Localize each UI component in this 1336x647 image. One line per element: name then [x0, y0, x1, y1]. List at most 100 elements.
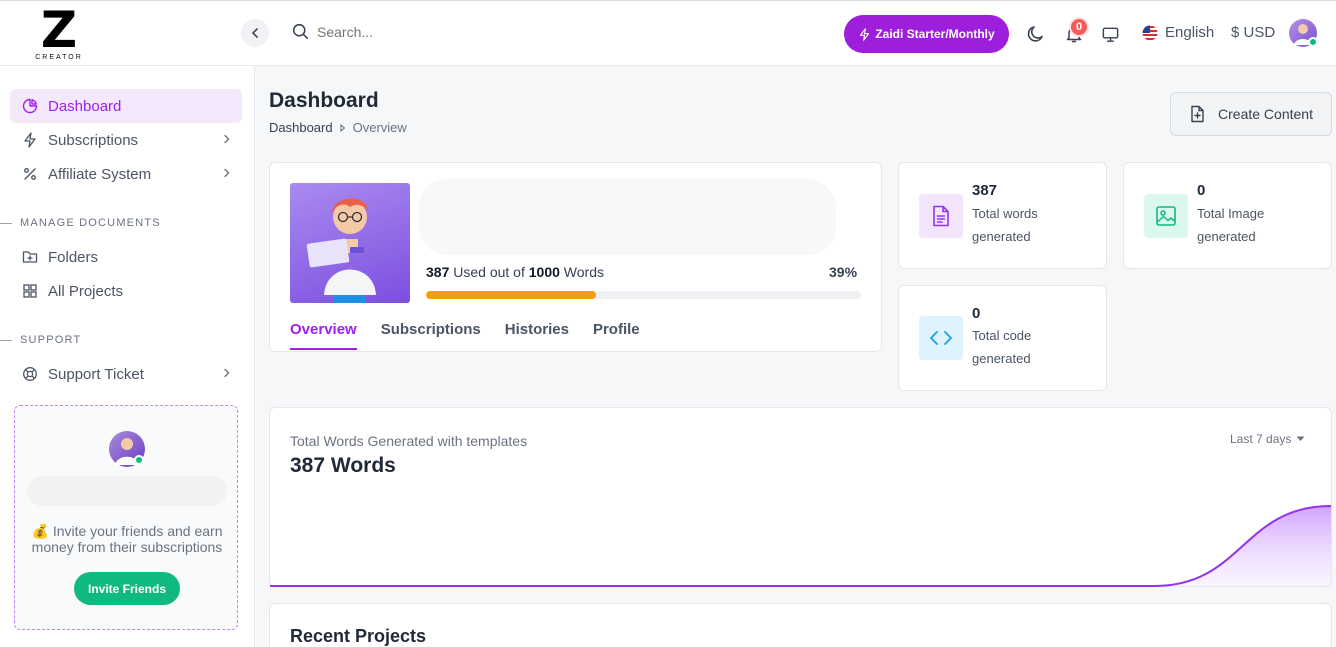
code-icon — [919, 316, 963, 360]
language-selector[interactable]: English — [1142, 24, 1214, 41]
invite-card: 💰 Invite your friends and earn money fro… — [14, 405, 238, 630]
words-total: 1000 — [528, 264, 560, 280]
caret-down-icon — [1296, 436, 1305, 441]
lifebuoy-icon — [22, 366, 38, 382]
image-icon — [1144, 194, 1188, 238]
sidebar-item-dashboard[interactable]: Dashboard — [10, 89, 242, 123]
stat-label: Total code generated — [972, 328, 1032, 366]
invite-placeholder-bar — [27, 476, 227, 506]
plan-button[interactable]: Zaidi Starter/Monthly — [844, 15, 1009, 53]
currency-selector[interactable]: $ USD — [1231, 24, 1275, 41]
chevron-right-icon — [224, 168, 230, 178]
tab-histories[interactable]: Histories — [505, 321, 569, 350]
display-button[interactable] — [1098, 22, 1122, 46]
recent-projects-card: Recent Projects — [269, 603, 1332, 647]
profile-tabs: Overview Subscriptions Histories Profile — [290, 321, 640, 350]
chart-title: 387 Words — [290, 454, 396, 477]
profile-illustration — [290, 183, 410, 303]
sidebar-collapse-button[interactable] — [241, 19, 269, 47]
folder-plus-icon — [22, 249, 38, 265]
recent-projects-title: Recent Projects — [290, 626, 427, 646]
sidebar-item-all-projects[interactable]: All Projects — [10, 274, 242, 308]
app-logo[interactable]: Z CREATOR — [34, 5, 84, 63]
words-used-text: Used out of — [453, 264, 525, 280]
invite-text: 💰 Invite your friends and earn money fro… — [31, 523, 223, 555]
invite-avatar — [109, 431, 145, 467]
chevron-right-icon — [224, 368, 230, 378]
sidebar-item-label: Subscriptions — [48, 131, 139, 149]
chart-subtitle: Total Words Generated with templates — [290, 433, 528, 449]
words-used: 387 — [426, 264, 450, 280]
words-chart-card: Total Words Generated with templates 387… — [269, 407, 1332, 587]
word-usage-text: 387 Used out of 1000 Words — [426, 264, 604, 280]
sidebar-item-folders[interactable]: Folders — [10, 240, 242, 274]
tab-profile[interactable]: Profile — [593, 321, 640, 350]
sidebar-item-support-ticket[interactable]: Support Ticket — [10, 357, 242, 391]
grid-icon — [22, 283, 38, 299]
online-status-dot — [134, 455, 144, 465]
words-unit: Words — [563, 264, 604, 280]
chart-series-line — [270, 505, 1331, 587]
sidebar-item-affiliate[interactable]: Affiliate System — [10, 157, 242, 191]
stat-label: Total Image generated — [1197, 206, 1265, 244]
search-icon — [292, 23, 309, 40]
chevron-right-icon — [224, 134, 230, 144]
word-usage-progress-fill — [426, 291, 596, 299]
sidebar: Dashboard Subscriptions Affiliate System… — [0, 66, 255, 647]
stat-value: 0 — [972, 305, 981, 322]
usage-percent: 39% — [829, 264, 858, 280]
top-header: Z CREATOR Zaidi Starter/Monthly 0 Englis… — [0, 0, 1336, 66]
page-title: Dashboard — [269, 89, 379, 112]
invite-friends-button[interactable]: Invite Friends — [74, 572, 180, 605]
logo-letter: Z — [40, 1, 78, 59]
search-input[interactable] — [317, 23, 517, 40]
breadcrumb-item-overview: Overview — [352, 120, 407, 135]
language-label: English — [1165, 24, 1215, 41]
stat-card-words: 387 Total words generated — [898, 162, 1107, 269]
breadcrumb-item-dashboard[interactable]: Dashboard — [269, 120, 333, 135]
profile-character-image — [306, 198, 376, 303]
chevron-right-icon — [340, 123, 345, 132]
stat-card-images: 0 Total Image generated — [1123, 162, 1332, 269]
file-plus-icon — [1191, 105, 1204, 123]
chart-range-label: Last 7 days — [1230, 432, 1292, 446]
bolt-icon — [860, 27, 870, 41]
sidebar-item-label: Folders — [48, 248, 99, 266]
sidebar-item-label: Dashboard — [48, 97, 122, 115]
notification-badge: 0 — [1069, 17, 1089, 37]
stat-value: 387 — [972, 182, 998, 199]
tab-subscriptions[interactable]: Subscriptions — [381, 321, 481, 350]
logo-text: CREATOR — [35, 54, 83, 61]
create-content-label: Create Content — [1218, 106, 1313, 122]
chart-series-area — [270, 506, 1331, 586]
tab-overview[interactable]: Overview — [290, 321, 357, 350]
bolt-icon — [22, 132, 38, 148]
chart-range-dropdown[interactable]: Last 7 days — [1230, 432, 1305, 446]
words-area-chart — [270, 505, 1331, 587]
word-usage-progress — [426, 291, 861, 299]
theme-toggle-button[interactable] — [1024, 22, 1048, 46]
moon-icon — [1027, 26, 1043, 42]
breadcrumb: Dashboard Overview — [269, 120, 407, 135]
user-avatar[interactable] — [1289, 19, 1318, 47]
section-label-support: SUPPORT — [0, 334, 82, 346]
stat-value: 0 — [1197, 182, 1206, 199]
sidebar-item-label: All Projects — [48, 282, 124, 300]
chevron-left-icon — [252, 28, 258, 38]
document-icon — [919, 194, 963, 238]
search-bar — [292, 23, 517, 40]
pie-chart-icon — [22, 98, 38, 114]
sidebar-item-label: Affiliate System — [48, 165, 152, 183]
stat-label: Total words generated — [972, 206, 1038, 244]
create-content-button[interactable]: Create Content — [1170, 92, 1332, 136]
profile-info-placeholder — [419, 179, 836, 255]
stat-card-code: 0 Total code generated — [898, 285, 1107, 391]
online-status-dot — [1308, 37, 1318, 47]
plan-label: Zaidi Starter/Monthly — [875, 27, 995, 41]
monitor-icon — [1102, 27, 1118, 42]
profile-card: 387 Used out of 1000 Words 39% Overview … — [269, 162, 882, 352]
sidebar-item-label: Support Ticket — [48, 365, 144, 383]
section-label-documents: MANAGE DOCUMENTS — [0, 217, 161, 229]
sidebar-item-subscriptions[interactable]: Subscriptions — [10, 123, 242, 157]
percent-icon — [22, 166, 38, 182]
